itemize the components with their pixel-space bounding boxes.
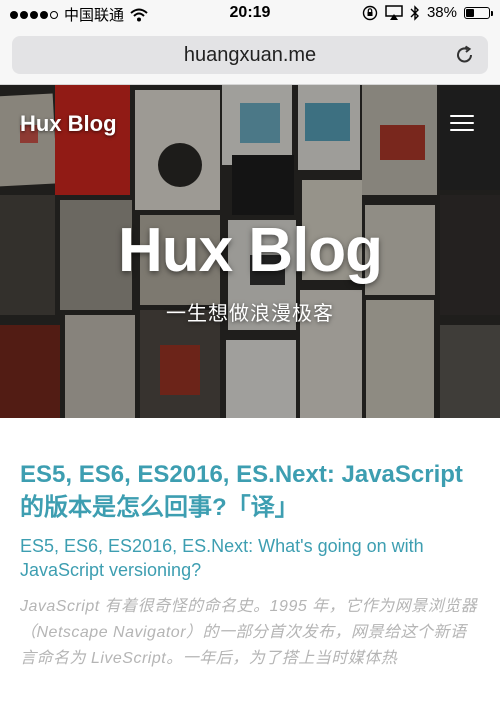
post-subtitle[interactable]: ES5, ES6, ES2016, ES.Next: What's going … [20, 534, 480, 582]
post-excerpt: JavaScript 有着很奇怪的命名史。1995 年，它作为网景浏览器（Net… [20, 598, 478, 667]
hero-header: Hux Blog Hux Blog 一生想做浪漫极客 [0, 85, 500, 418]
browser-toolbar: huangxuan.me [0, 28, 500, 85]
site-title: Hux Blog [117, 216, 383, 285]
url-text[interactable]: huangxuan.me [12, 44, 488, 67]
status-right: 38% [362, 4, 493, 21]
bluetooth-icon [410, 4, 419, 21]
site-subtitle: 一生想做浪漫极客 [166, 303, 334, 325]
hamburger-menu-icon[interactable] [450, 115, 474, 133]
reload-icon[interactable] [454, 44, 476, 66]
airplay-icon [385, 5, 403, 20]
battery-level [466, 8, 474, 17]
status-bar: 中国联通 20:19 38% [0, 0, 500, 28]
post-preview[interactable]: ES5, ES6, ES2016, ES.Next: JavaScript 的版… [20, 458, 480, 672]
battery-icon [464, 6, 493, 19]
post-title[interactable]: ES5, ES6, ES2016, ES.Next: JavaScript 的版… [20, 458, 480, 524]
battery-percent: 38% [426, 4, 457, 21]
orientation-lock-icon [362, 5, 378, 20]
address-bar[interactable]: huangxuan.me [12, 36, 488, 74]
navbar-brand[interactable]: Hux Blog [20, 111, 117, 137]
